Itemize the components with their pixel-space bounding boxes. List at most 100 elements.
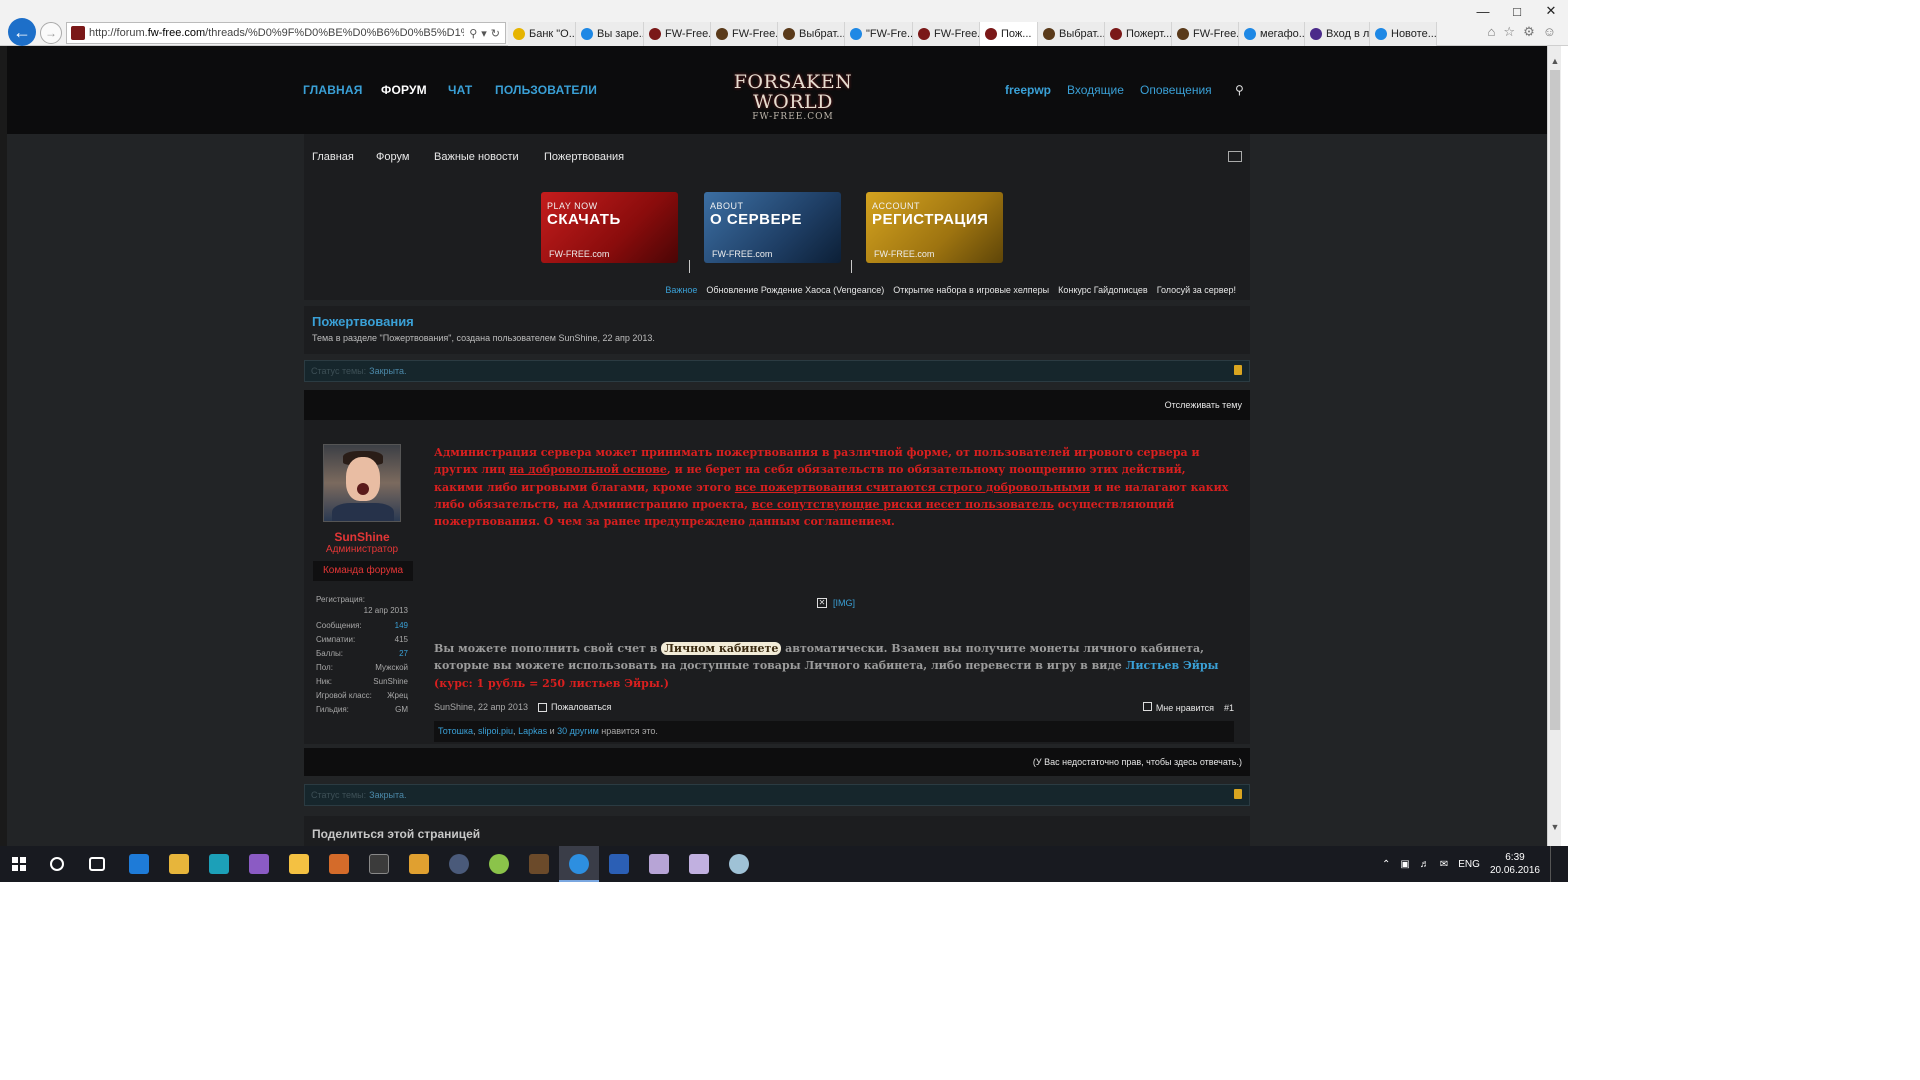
liker-link[interactable]: Тотошка (438, 726, 473, 736)
post-author-name[interactable]: SunShine (314, 530, 410, 544)
task-view-icon[interactable] (89, 857, 105, 871)
outlook-icon[interactable] (209, 854, 229, 874)
browser-tab[interactable]: FW-Free... (1172, 22, 1239, 46)
liker-link[interactable]: slipoi.piu (478, 726, 513, 736)
word-icon[interactable] (609, 854, 629, 874)
volume-icon[interactable]: ♬ (1420, 859, 1430, 870)
news-item[interactable]: Голосуй за сервер! (1157, 285, 1236, 295)
scroll-down-icon[interactable]: ▼ (1548, 820, 1562, 834)
browser-tab[interactable]: FW-Free... (913, 22, 980, 46)
nav-users[interactable]: ПОЛЬЗОВАТЕЛИ (495, 83, 597, 97)
subnav-donations[interactable]: Пожертвования (544, 151, 624, 163)
broken-image[interactable]: ✕ [IMG] (817, 598, 855, 608)
internet-explorer-icon[interactable] (569, 854, 589, 874)
search-icon[interactable]: ⚲ (1235, 83, 1244, 97)
favorites-star-icon[interactable]: ☆ (1503, 24, 1515, 40)
alerts-link[interactable]: Оповещения (1140, 83, 1212, 97)
home-icon[interactable]: ⌂ (1488, 24, 1496, 40)
inbox-link[interactable]: Входящие (1067, 83, 1124, 97)
banner-download[interactable]: PLAY NOW СКАЧАТЬ FW-FREE.com (541, 192, 678, 263)
browser-tab[interactable]: Выбрат... (778, 22, 845, 46)
paint-icon[interactable] (409, 854, 429, 874)
scroll-up-icon[interactable]: ▲ (1548, 54, 1562, 68)
app-icon[interactable] (369, 854, 389, 874)
browser-tab[interactable]: Пож...✕ (980, 22, 1038, 46)
banner-registration[interactable]: ACCOUNT РЕГИСТРАЦИЯ FW-FREE.com (866, 192, 1003, 263)
folder-app-icon[interactable] (289, 854, 309, 874)
chevron-up-icon[interactable]: ⌃ (1382, 859, 1390, 870)
media-player-icon[interactable] (489, 854, 509, 874)
refresh-icon[interactable]: ↻ (491, 27, 500, 40)
thread-status-bar: Статус темы: Закрыта. (304, 360, 1250, 382)
shield-icon[interactable] (449, 854, 469, 874)
app-icon[interactable] (729, 854, 749, 874)
post-date[interactable]: SunShine, 22 апр 2013 (434, 702, 528, 712)
tab-label: Вы заре... (597, 28, 644, 40)
forward-button[interactable]: → (40, 22, 62, 44)
smiley-icon[interactable]: ☺ (1543, 24, 1556, 40)
account-username[interactable]: freepwp (1005, 83, 1051, 97)
address-url[interactable]: http://forum.fw-free.com/threads/%D0%9F%… (89, 27, 464, 39)
back-button[interactable]: ← (8, 18, 36, 46)
news-item[interactable]: Открытие набора в игровые хелперы (893, 285, 1049, 295)
subnav-important-news[interactable]: Важные новости (434, 151, 519, 163)
like-button[interactable]: Мне нравится (1142, 702, 1214, 713)
browser-tab[interactable]: Вы заре... (576, 22, 644, 46)
maximize-icon[interactable]: □ (1500, 0, 1534, 22)
tab-label: Выбрат... (799, 28, 845, 40)
character-app-icon[interactable] (689, 854, 709, 874)
windows-start-icon[interactable] (12, 857, 26, 871)
close-icon[interactable]: ✕ (1534, 0, 1568, 22)
reply-note: (У Вас недостаточно прав, чтобы здесь от… (1032, 757, 1242, 767)
nav-forum[interactable]: ФОРУМ (381, 83, 427, 97)
watch-thread-link[interactable]: Отслеживать тему (1165, 400, 1242, 410)
browser-tab[interactable]: FW-Free... (644, 22, 711, 46)
subnav-home[interactable]: Главная (312, 151, 354, 163)
game-launcher-icon[interactable] (329, 854, 349, 874)
settings-gear-icon[interactable]: ⚙ (1523, 24, 1535, 40)
news-item[interactable]: Обновление Рождение Хаоса (Vengeance) (706, 285, 884, 295)
notifications-icon[interactable]: ✉ (1440, 859, 1448, 870)
browser-tab[interactable]: Новоте... (1370, 22, 1437, 46)
more-likers-link[interactable]: 30 другим (557, 726, 599, 736)
nav-home[interactable]: ГЛАВНАЯ (303, 83, 363, 97)
fullscreen-toggle-icon[interactable] (1228, 151, 1242, 162)
stat-value[interactable]: 27 (399, 649, 408, 658)
nav-chat[interactable]: ЧАТ (448, 83, 472, 97)
site-logo[interactable]: FORSAKEN WORLD FW-FREE.COM (733, 72, 853, 130)
dropdown-icon[interactable]: ▾ (481, 27, 487, 40)
browser-tab[interactable]: Выбрат... (1038, 22, 1105, 46)
liker-link[interactable]: Lapkas (518, 726, 547, 736)
tab-label: Новоте... (1391, 28, 1437, 40)
network-icon[interactable]: ▣ (1400, 859, 1409, 870)
file-explorer-icon[interactable] (169, 854, 189, 874)
browser-tab[interactable]: мегафо... (1239, 22, 1305, 46)
news-item[interactable]: Конкурс Гайдописцев (1058, 285, 1148, 295)
browser-tab[interactable]: Банк "О... (508, 22, 576, 46)
personal-cabinet-link[interactable]: Личном кабинете (661, 642, 782, 655)
stat-label: Игровой класс: (316, 690, 372, 700)
banner-about-server[interactable]: ABOUT О СЕРВЕРЕ FW-FREE.com (704, 192, 841, 263)
edge-browser-icon[interactable] (129, 854, 149, 874)
show-desktop-button[interactable] (1550, 846, 1554, 882)
avatar[interactable] (323, 444, 401, 522)
page-scrollbar[interactable]: ▲ ▼ (1547, 46, 1561, 846)
subnav-forum[interactable]: Форум (376, 151, 409, 163)
browser-tab[interactable]: Вход в л... (1305, 22, 1370, 46)
address-bar[interactable]: http://forum.fw-free.com/threads/%D0%9F%… (66, 22, 506, 44)
search-icon[interactable] (50, 857, 64, 871)
winrar-icon[interactable] (249, 854, 269, 874)
clock[interactable]: 6:39 20.06.2016 (1490, 851, 1540, 877)
game-icon[interactable] (529, 854, 549, 874)
language-indicator[interactable]: ENG (1458, 859, 1480, 870)
minimize-icon[interactable]: — (1466, 0, 1500, 22)
search-icon[interactable]: ⚲ (469, 27, 477, 40)
scrollbar-thumb[interactable] (1550, 70, 1560, 730)
browser-tab[interactable]: Пожерт... (1105, 22, 1172, 46)
report-button[interactable]: Пожаловаться (537, 702, 611, 712)
stat-value[interactable]: 149 (395, 621, 408, 630)
browser-tab[interactable]: "FW-Fre... (845, 22, 913, 46)
character-app-icon[interactable] (649, 854, 669, 874)
browser-tab[interactable]: FW-Free... (711, 22, 778, 46)
post-permalink[interactable]: #1 (1224, 703, 1234, 713)
